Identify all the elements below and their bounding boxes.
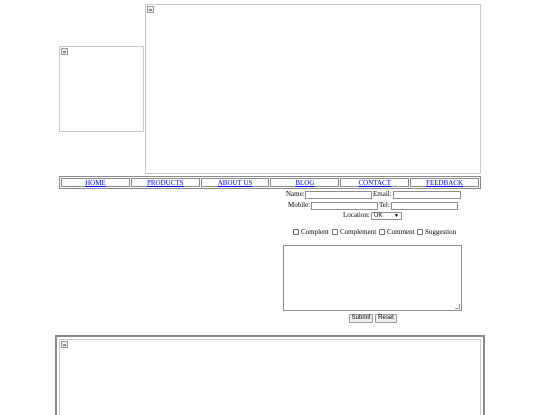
nav-link-blog[interactable]: BLOG [295,179,314,187]
checkbox-comment[interactable] [379,229,385,235]
broken-image-icon [61,341,68,348]
submit-button[interactable]: Submit [349,314,373,323]
reset-button[interactable]: Reset [375,314,397,323]
name-field[interactable] [305,191,372,199]
broken-image-icon [61,48,68,55]
resize-handle-icon[interactable] [455,304,460,309]
tel-label: Tel: [379,201,390,209]
checkbox-complent[interactable] [293,229,299,235]
broken-image-icon [147,6,154,13]
nav-item-home: HOME [61,178,130,187]
email-label: Email: [373,190,392,198]
nav-bar: HOME PRODUCTS ABOUT US BLOG CONTACT FEED… [59,176,481,189]
checkbox-comment-label: Comment [387,228,415,236]
nav-link-contact[interactable]: CONTACT [358,179,391,187]
location-select-value: UK [374,213,383,219]
banner-image [145,4,481,174]
nav-link-feedback[interactable]: FEEDBACK [426,179,463,187]
nav-link-about[interactable]: ABOUT US [218,179,253,187]
nav-item-products: PRODUCTS [130,178,200,187]
nav-item-contact: CONTACT [340,178,410,187]
nav-link-home[interactable]: HOME [85,179,106,187]
mobile-field[interactable] [311,202,378,210]
chevron-down-icon: ▼ [394,213,399,219]
checkbox-complement[interactable] [332,229,338,235]
name-label: Name: [286,190,305,198]
nav-item-feedback: FEEDBACK [410,178,479,187]
tel-field[interactable] [391,202,458,210]
nav-link-products[interactable]: PRODUCTS [147,179,184,187]
message-textarea[interactable] [283,245,462,311]
bottom-image [59,339,481,415]
location-label: Location: [343,211,370,219]
side-image [59,46,144,132]
checkbox-suggestion[interactable] [417,229,423,235]
mobile-label: Mobile: [288,201,311,209]
bottom-image-frame [55,335,485,415]
checkbox-complent-label: Complent [301,228,329,236]
checkbox-complement-label: Complement [340,228,377,236]
location-select[interactable]: UK ▼ [371,212,402,220]
nav-item-about: ABOUT US [200,178,270,187]
email-field[interactable] [393,191,461,199]
checkbox-suggestion-label: Suggestion [425,228,457,236]
nav-item-blog: BLOG [270,178,340,187]
